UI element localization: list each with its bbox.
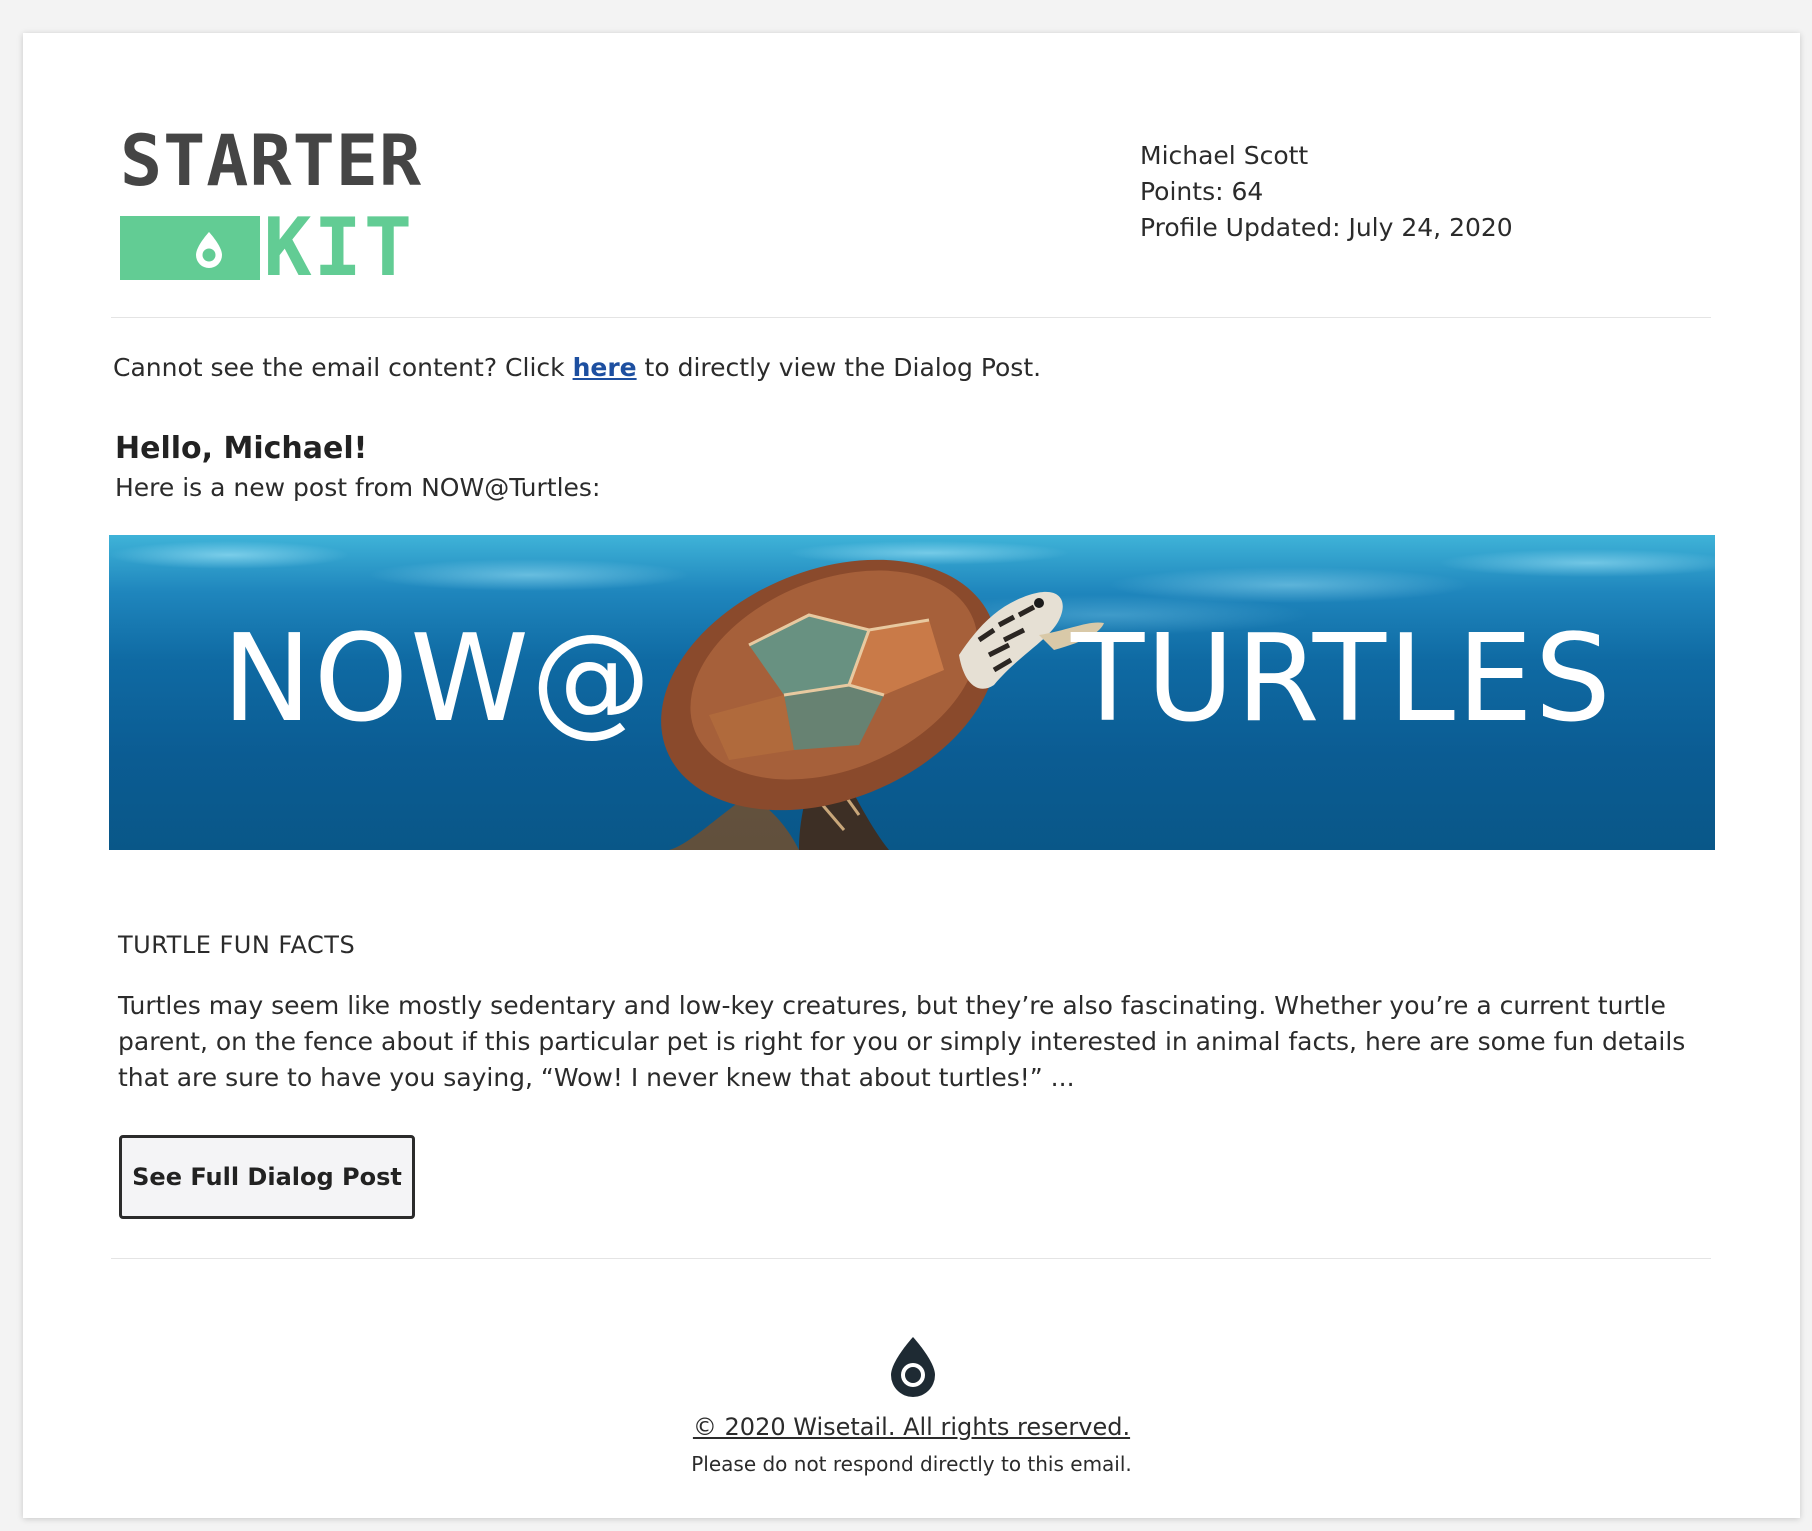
banner-text-left: NOW@ xyxy=(222,610,653,749)
post-excerpt: Turtles may seem like mostly sedentary a… xyxy=(118,991,1686,1092)
logo-word-starter: STARTER xyxy=(120,120,423,202)
profile-summary: Michael Scott Points: 64 Profile Updated… xyxy=(1140,138,1513,246)
drop-icon xyxy=(196,232,222,268)
now-turtles-banner: NOW@ TURTLES xyxy=(109,535,1715,850)
see-full-dialog-post-button[interactable]: See Full Dialog Post xyxy=(119,1135,415,1219)
email-card: STARTER KIT Michael Scott Points: 64 Pro… xyxy=(23,33,1800,1518)
copyright-line: © 2020 Wisetail. All rights reserved. xyxy=(23,1413,1800,1441)
profile-name: Michael Scott xyxy=(1140,141,1309,170)
no-reply-disclaimer: Please do not respond directly to this e… xyxy=(691,1452,1132,1476)
footer-divider xyxy=(111,1258,1711,1259)
copyright-link[interactable]: © 2020 Wisetail. All rights reserved. xyxy=(693,1413,1130,1441)
view-online-link[interactable]: here xyxy=(573,353,637,382)
notice-text-after: to directly view the Dialog Post. xyxy=(636,353,1042,382)
greeting-heading: Hello, Michael! xyxy=(115,431,368,466)
profile-updated: Profile Updated: July 24, 2020 xyxy=(1140,213,1513,242)
starter-kit-logo: STARTER KIT xyxy=(120,120,423,288)
logo-green-bar: KIT xyxy=(120,208,414,288)
banner-text-right: TURTLES xyxy=(1071,610,1613,749)
view-online-notice: Cannot see the email content? Click here… xyxy=(113,353,1041,382)
logo-word-kit: KIT xyxy=(259,208,414,288)
drop-icon xyxy=(891,1337,935,1397)
intro-text: Here is a new post from NOW@Turtles: xyxy=(115,473,601,502)
post-title: TURTLE FUN FACTS xyxy=(118,931,356,959)
notice-text-before: Cannot see the email content? Click xyxy=(113,353,573,382)
header-divider xyxy=(111,317,1711,318)
profile-points: Points: 64 xyxy=(1140,177,1264,206)
